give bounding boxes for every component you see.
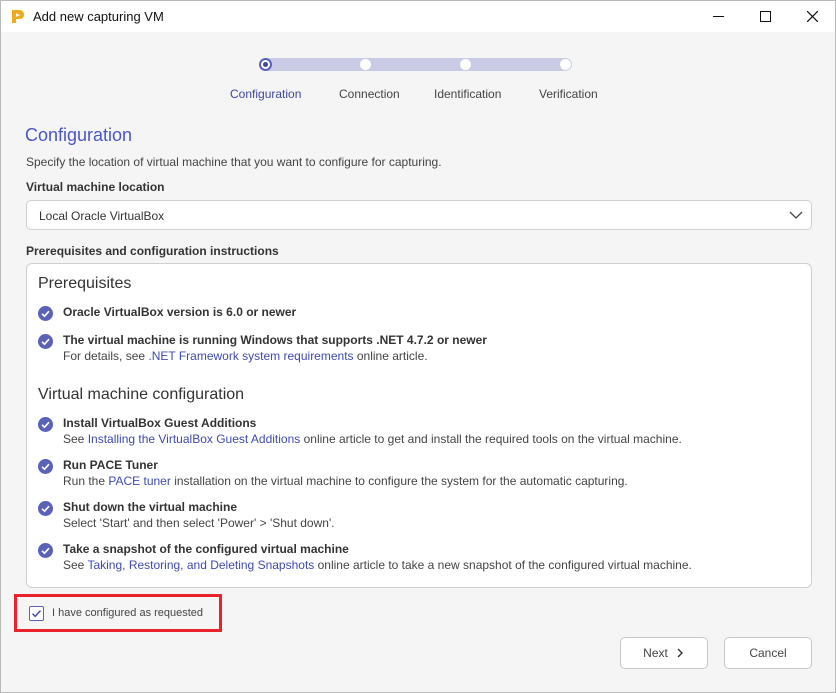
description-text: installation on the virtual machine to c…	[170, 474, 628, 488]
cancel-button[interactable]: Cancel	[724, 637, 812, 669]
dialog-window: Add new capturing VM Configuration Conne…	[0, 0, 836, 693]
confirm-checkbox-label[interactable]: I have configured as requested	[52, 607, 203, 619]
snapshots-link[interactable]: Taking, Restoring, and Deleting Snapshot…	[87, 558, 314, 572]
prereq-item-title: Oracle VirtualBox version is 6.0 or newe…	[63, 305, 297, 319]
step-label-identification: Identification	[434, 87, 502, 101]
confirm-checkbox[interactable]	[29, 606, 44, 621]
check-circle-icon	[38, 417, 53, 432]
next-button-label: Next	[643, 646, 668, 660]
config-item-title: Install VirtualBox Guest Additions	[63, 416, 257, 430]
step-label-verification: Verification	[539, 87, 598, 101]
next-button[interactable]: Next	[620, 637, 708, 669]
maximize-button[interactable]	[742, 1, 788, 32]
step-label-configuration: Configuration	[230, 87, 302, 101]
description-text: online article.	[353, 349, 428, 363]
app-logo-icon	[12, 10, 24, 23]
cancel-button-label: Cancel	[749, 646, 787, 660]
check-circle-icon	[38, 501, 53, 516]
vm-location-dropdown[interactable]: Local Oracle VirtualBox	[26, 200, 812, 230]
description-text: online article to get and install the re…	[300, 432, 682, 446]
vm-location-label: Virtual machine location	[26, 180, 165, 194]
check-circle-icon	[38, 334, 53, 349]
window-title: Add new capturing VM	[33, 9, 164, 24]
step-dot-identification	[459, 58, 472, 71]
config-item-title: Shut down the virtual machine	[63, 500, 238, 514]
page-title: Configuration	[25, 125, 133, 145]
chevron-down-icon	[789, 211, 803, 219]
config-item-description: Run the PACE tuner installation on the v…	[63, 474, 628, 488]
check-circle-icon	[38, 543, 53, 558]
step-dot-verification	[559, 58, 572, 71]
title-bar: Add new capturing VM	[1, 1, 835, 32]
config-item-description: Select 'Start' and then select 'Power' >…	[63, 516, 335, 530]
step-dot-configuration	[259, 58, 272, 71]
instructions-label: Prerequisites and configuration instruct…	[26, 244, 279, 258]
confirm-highlight: I have configured as requested	[14, 594, 222, 632]
instructions-panel: Prerequisites Oracle VirtualBox version …	[26, 263, 812, 588]
config-item-description: See Taking, Restoring, and Deleting Snap…	[63, 558, 692, 572]
guest-additions-link[interactable]: Installing the VirtualBox Guest Addition…	[88, 432, 301, 446]
check-circle-icon	[38, 459, 53, 474]
close-icon	[806, 11, 818, 22]
prerequisites-heading: Prerequisites	[38, 275, 132, 292]
step-dot-connection	[359, 58, 372, 71]
chevron-right-icon	[677, 648, 683, 658]
maximize-icon	[759, 11, 771, 22]
minimize-button[interactable]	[695, 1, 741, 32]
description-text: Run the	[63, 474, 109, 488]
vm-location-value: Local Oracle VirtualBox	[39, 209, 165, 223]
description-text: For details, see	[63, 349, 149, 363]
description-text: See	[63, 432, 88, 446]
pace-tuner-link[interactable]: PACE tuner	[108, 474, 170, 488]
close-button[interactable]	[789, 1, 835, 32]
minimize-icon	[712, 16, 724, 17]
wizard-stepper	[257, 56, 575, 73]
config-item-title: Take a snapshot of the configured virtua…	[63, 542, 349, 556]
description-text: online article to take a new snapshot of…	[314, 558, 692, 572]
checkmark-icon	[32, 610, 42, 618]
stepper-track	[261, 58, 571, 71]
config-item-title: Run PACE Tuner	[63, 458, 158, 472]
page-subtitle: Specify the location of virtual machine …	[26, 155, 442, 169]
config-item-description: See Installing the VirtualBox Guest Addi…	[63, 432, 682, 446]
prereq-item-description: For details, see .NET Framework system r…	[63, 349, 428, 363]
net-requirements-link[interactable]: .NET Framework system requirements	[148, 349, 353, 363]
description-text: See	[63, 558, 88, 572]
check-circle-icon	[38, 306, 53, 321]
prereq-item-title: The virtual machine is running Windows t…	[63, 333, 487, 347]
step-label-connection: Connection	[339, 87, 400, 101]
vm-config-heading: Virtual machine configuration	[38, 386, 245, 403]
